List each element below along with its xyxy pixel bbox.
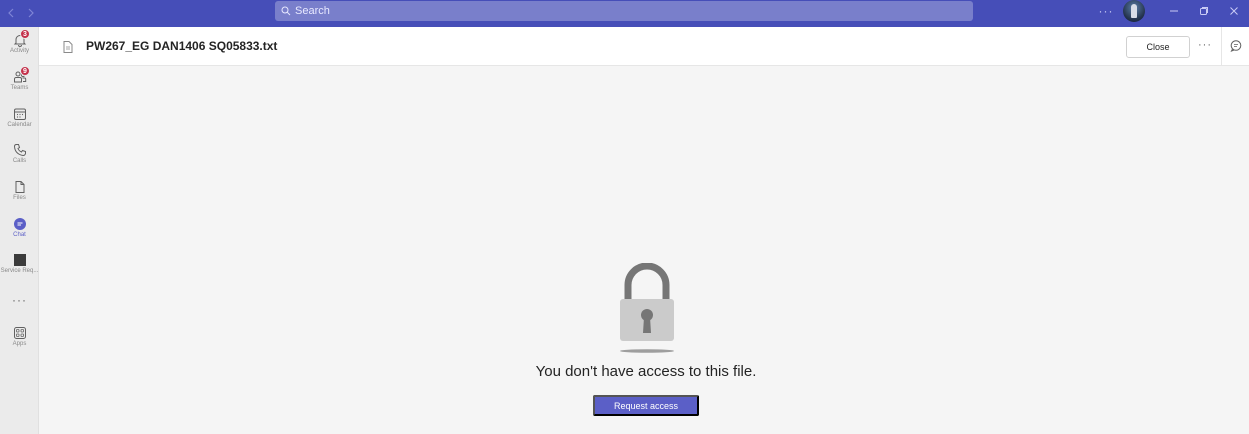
avatar[interactable] (1123, 0, 1145, 22)
search-input[interactable]: Search (275, 1, 973, 21)
rail-item-calls[interactable]: Calls (0, 143, 39, 164)
rail-label: Activity (9, 48, 29, 54)
rail-label: Teams (10, 85, 29, 91)
rail-item-activity[interactable]: 3 Activity (0, 29, 39, 54)
phone-icon (13, 144, 26, 157)
document-icon (63, 40, 73, 58)
rail-label: Files (13, 195, 26, 201)
rail-label: Calls (12, 158, 27, 164)
titlebar-controls: ··· (1093, 0, 1249, 22)
forward-arrow-icon[interactable] (26, 4, 36, 22)
calendar-icon (13, 108, 26, 120)
file-icon (15, 181, 24, 193)
restore-icon[interactable] (1189, 0, 1219, 22)
rail-item-calendar[interactable]: Calendar (0, 107, 39, 128)
rail-item-chat[interactable]: Chat (0, 217, 39, 238)
title-bar: Search ··· (0, 0, 1249, 27)
rail-item-apps[interactable]: Apps (0, 326, 39, 347)
header-divider (1221, 27, 1222, 66)
rail-label: Calendar (7, 122, 32, 128)
rail-label: Apps (12, 341, 27, 347)
window-close-icon[interactable] (1219, 0, 1249, 22)
rail-more-apps[interactable]: ··· (0, 293, 39, 307)
rail-item-teams[interactable]: 9 Teams (0, 66, 39, 91)
rail-item-service-requests[interactable]: Service Req... (0, 253, 39, 274)
file-title: PW267_EG DAN1406 SQ05833.txt (86, 39, 278, 53)
search-placeholder: Search (295, 5, 330, 17)
search-icon (281, 6, 291, 16)
apps-icon (13, 327, 26, 339)
chat-icon (13, 218, 26, 230)
file-header: PW267_EG DAN1406 SQ05833.txt Close ··· (39, 27, 1249, 66)
rail-label: Service Req... (0, 268, 39, 274)
minimize-icon[interactable] (1159, 0, 1189, 22)
close-button[interactable]: Close (1126, 36, 1190, 58)
nav-arrows (6, 4, 36, 22)
rail-item-files[interactable]: Files (0, 180, 39, 201)
back-arrow-icon[interactable] (6, 4, 16, 22)
rail-label: Chat (13, 232, 26, 238)
header-more-icon[interactable]: ··· (1198, 39, 1212, 51)
activity-badge: 3 (20, 29, 30, 39)
lock-icon (618, 262, 676, 360)
titlebar-more-icon[interactable]: ··· (1093, 4, 1119, 18)
app-tile-icon (13, 254, 26, 266)
more-icon: ··· (12, 293, 27, 307)
teams-badge: 9 (20, 66, 30, 76)
request-access-button[interactable]: Request access (593, 395, 699, 416)
conversation-icon[interactable] (1230, 39, 1242, 57)
access-denied-message: You don't have access to this file. (535, 363, 757, 380)
